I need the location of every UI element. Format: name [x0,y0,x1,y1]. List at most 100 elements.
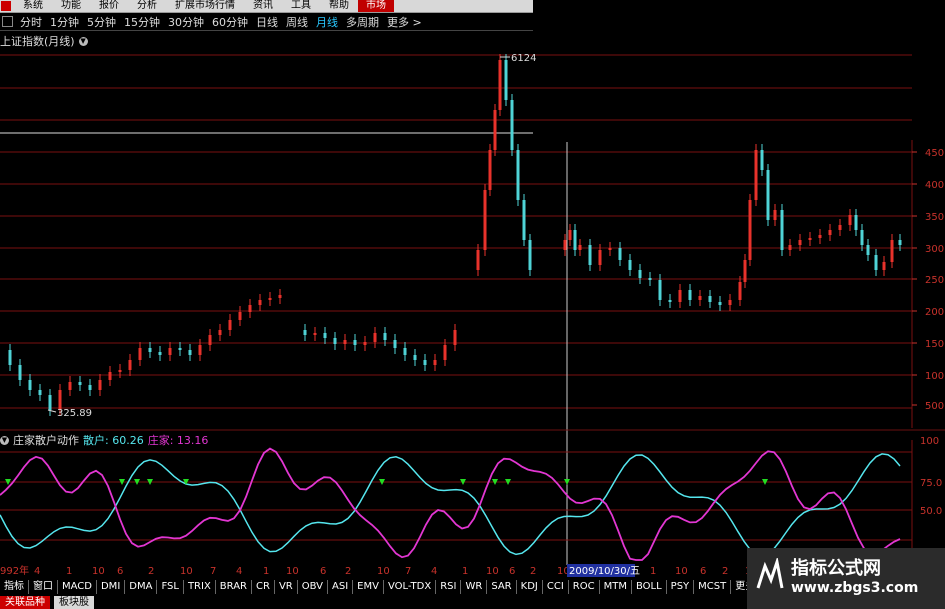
signal-marker [134,479,140,485]
indicator-tab-12[interactable]: EMV [353,580,384,594]
low-label: 325.89 [57,408,92,419]
menu-item-news[interactable]: 资讯 [244,0,282,12]
candle-body [658,280,662,300]
period-weekly[interactable]: 周线 [282,14,312,30]
price-tick-label: 500 [925,401,944,412]
tab-related-products[interactable]: 关联品种 [0,596,50,609]
indicator-tab-7[interactable]: BRAR [216,580,252,594]
candle-body [738,282,742,300]
period-more[interactable]: 更多 > [383,14,426,30]
time-tick-label: 2 [530,566,536,577]
period-30min[interactable]: 30分钟 [164,14,208,30]
candle-body [8,350,12,365]
period-15min[interactable]: 15分钟 [120,14,164,30]
period-multi[interactable]: 多周期 [342,14,383,30]
menu-item-market[interactable]: 市场 [358,0,394,12]
indicator-tab-2[interactable]: MACD [58,580,97,594]
time-tick-label: 7 [405,566,411,577]
menu-item-extended-market[interactable]: 扩展市场行情 [166,0,244,12]
indicator-tab-17[interactable]: KDJ [517,580,543,594]
candle-body [303,330,307,335]
indicator-tab-3[interactable]: DMI [97,580,126,594]
retail-value-label: 散户: 60.26 [83,434,144,447]
indicator-tab-10[interactable]: OBV [298,580,328,594]
time-tick-label: 10 [180,566,193,577]
price-tick-label: 150 [925,339,944,350]
candle-body [198,345,202,355]
candle-body [698,296,702,300]
candle-body [228,320,232,330]
candle-body [353,340,357,345]
menu-item-quote[interactable]: 报价 [90,0,128,12]
candle-body [618,248,622,260]
indicator-tab-14[interactable]: RSI [436,580,462,594]
indicator-tab-1[interactable]: 窗口 [29,580,58,594]
candle-body [638,270,642,278]
indicator-tabbar: 指标 窗口 MACD DMI DMA FSL TRIX BRAR CR VR OBV ASI EMV VO… [0,580,790,594]
watermark-title: 指标公式网 [791,558,881,579]
candle-body [413,355,417,360]
period-1min[interactable]: 1分钟 [46,14,83,30]
indicator-tab-15[interactable]: WR [461,580,488,594]
candle-body [504,60,508,100]
signal-marker [183,479,189,485]
indicator-tab-8[interactable]: CR [252,580,275,594]
candle-body [98,380,102,390]
indicator-tab-4[interactable]: DMA [125,580,158,594]
tab-sector-stocks[interactable]: 板块股 [54,596,94,609]
candle-body [860,230,864,245]
indicator-tab-9[interactable]: VR [275,580,298,594]
price-tick-label: 250 [925,275,944,286]
candle-body [38,390,42,395]
period-monthly[interactable]: 月线 [312,14,342,30]
indicator-tab-18[interactable]: CCI [543,580,569,594]
indicator-tab-13[interactable]: VOL-TDX [384,580,437,594]
indicator-tab-21[interactable]: BOLL [632,580,667,594]
indicator-options-icon[interactable]: ▼ [0,435,9,445]
chart-options-icon[interactable]: ▼ [78,36,88,46]
indicator-tab-11[interactable]: ASI [328,580,354,594]
period-daily[interactable]: 日线 [252,14,282,30]
time-tick-label: 7 [210,566,216,577]
time-tick-label: 4 [431,566,437,577]
candle-body [493,110,497,150]
indicator-tab-20[interactable]: MTM [600,580,632,594]
time-tick-label: 6 [700,566,706,577]
cursor-date-bg [567,564,635,577]
candle-body [443,345,447,360]
candle-body [248,305,252,312]
candle-body [128,360,132,370]
menu-item-help[interactable]: 帮助 [320,0,358,12]
menu-item-analysis[interactable]: 分析 [128,0,166,12]
chart-title: 上证指数(月线) ▼ [0,33,88,49]
candle-body [648,278,652,280]
candle-body [168,348,172,355]
candle-body [268,298,272,300]
menu-item-function[interactable]: 功能 [52,0,90,12]
candle-body [668,300,672,302]
indicator-tab-19[interactable]: ROC [569,580,600,594]
period-intraday[interactable]: 分时 [16,14,46,30]
candle-body [598,250,602,265]
indicator-tab-16[interactable]: SAR [487,580,517,594]
period-5min[interactable]: 5分钟 [83,14,120,30]
panel-toggle-icon[interactable] [2,16,13,27]
period-60min[interactable]: 60分钟 [208,14,252,30]
indicator-tab-5[interactable]: FSL [157,580,184,594]
price-tick-label: 450 [925,148,944,159]
candle-body [188,350,192,355]
candle-body [568,230,572,240]
indicator-tab-23[interactable]: MCST [694,580,732,594]
menu-item-tools[interactable]: 工具 [282,0,320,12]
indicator-tab-6[interactable]: TRIX [184,580,216,594]
menu-item-system[interactable]: 系统 [14,0,52,12]
candle-body [754,150,758,200]
candle-body [393,340,397,348]
indicator-tab-0[interactable]: 指标 [0,580,29,594]
candle-body [423,360,427,365]
indicator-tab-22[interactable]: PSY [667,580,695,594]
candle-body [138,348,142,360]
low-marker [47,409,57,413]
candle-body [718,302,722,305]
price-chart[interactable]: 450 400 350 300 250 200 150 100 500 100 75.0 50.0 6… [0,0,945,609]
